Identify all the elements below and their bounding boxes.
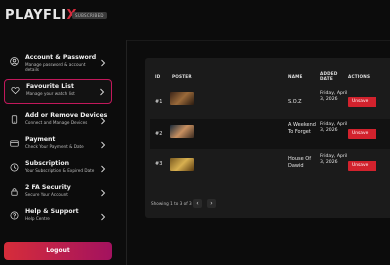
row-name: House Of Dawid bbox=[288, 156, 311, 169]
previous-page-button[interactable]: ‹ bbox=[193, 199, 202, 208]
row-name: A Weekend To Forget bbox=[288, 122, 316, 135]
device-icon bbox=[11, 115, 18, 124]
sidebar-item-title: Account & Password bbox=[25, 54, 97, 61]
unsave-button[interactable]: Unsave bbox=[348, 129, 376, 139]
pagination-summary: Showing 1 to 3 of 3 bbox=[151, 201, 192, 206]
sidebar-item-title: Payment bbox=[25, 136, 56, 143]
sidebar-item-title: 2 FA Security bbox=[25, 184, 71, 191]
column-header-id: ID bbox=[155, 74, 161, 79]
row-name: S.O.Z bbox=[288, 99, 302, 105]
sidebar-item-title: Favourite List bbox=[26, 83, 74, 90]
sidebar-item-subtitle: Help Centre bbox=[25, 216, 50, 221]
chevron-right-icon bbox=[101, 141, 106, 149]
poster-thumbnail[interactable] bbox=[170, 158, 194, 171]
sidebar-item-subtitle: Secure Your Account bbox=[25, 192, 68, 197]
sidebar-item-subscription[interactable]: Subscription Your Subscription & Expired… bbox=[4, 157, 112, 182]
heart-icon bbox=[11, 87, 20, 95]
table-row[interactable]: #3 House Of Dawid Friday, April 3, 2026 … bbox=[150, 151, 390, 179]
sidebar-item-title: Help & Support bbox=[25, 208, 79, 215]
subscribed-badge: SUBSCRIBED bbox=[72, 12, 107, 19]
chevron-right-icon bbox=[101, 117, 106, 125]
poster-thumbnail[interactable] bbox=[170, 92, 194, 105]
top-header: PLAYFLIX SUBSCRIBED bbox=[0, 0, 390, 41]
sidebar-item-2fa-security[interactable]: 2 FA Security Secure Your Account bbox=[4, 181, 112, 206]
subscription-icon bbox=[10, 163, 19, 172]
poster-thumbnail[interactable] bbox=[170, 125, 194, 138]
playflix-logo[interactable]: PLAYFLIX bbox=[5, 8, 77, 23]
row-id: #2 bbox=[155, 131, 163, 137]
help-icon bbox=[10, 211, 19, 220]
next-page-button[interactable]: › bbox=[207, 199, 216, 208]
sidebar-item-subtitle: Manage your watch list bbox=[26, 91, 75, 96]
user-icon bbox=[10, 57, 19, 66]
logout-button[interactable]: Logout bbox=[4, 242, 112, 260]
row-added-date: Friday, April 3, 2026 bbox=[320, 91, 348, 102]
unsave-button[interactable]: Unsave bbox=[348, 161, 376, 171]
sidebar-item-account-password[interactable]: Account & Password Manage password & acc… bbox=[4, 51, 112, 76]
column-header-poster: POSTER bbox=[172, 74, 192, 79]
sidebar-item-help-support[interactable]: Help & Support Help Centre bbox=[4, 205, 112, 230]
column-header-name: NAME bbox=[288, 74, 303, 79]
sidebar-item-title: Subscription bbox=[25, 160, 69, 167]
sidebar-item-subtitle: Check Your Payment & Date bbox=[25, 144, 84, 149]
card-icon bbox=[10, 140, 19, 147]
row-id: #3 bbox=[155, 161, 163, 167]
sidebar-item-subtitle: Manage password & account details bbox=[25, 62, 86, 73]
lock-icon bbox=[11, 188, 18, 196]
settings-sidebar: Account & Password Manage password & acc… bbox=[0, 40, 127, 265]
row-added-date: Friday, April 3, 2026 bbox=[320, 122, 348, 133]
sidebar-item-payment[interactable]: Payment Check Your Payment & Date bbox=[4, 133, 112, 158]
sidebar-item-devices[interactable]: Add or Remove Devices Connect and Manage… bbox=[4, 109, 112, 134]
chevron-right-icon bbox=[100, 88, 105, 96]
chevron-right-icon bbox=[101, 213, 106, 221]
sidebar-item-favourite-list[interactable]: Favourite List Manage your watch list bbox=[4, 79, 112, 104]
sidebar-item-title: Add or Remove Devices bbox=[25, 112, 108, 119]
table-row[interactable]: #2 A Weekend To Forget Friday, April 3, … bbox=[150, 119, 390, 149]
row-added-date: Friday, April 3, 2026 bbox=[320, 154, 348, 165]
table-row[interactable]: #1 S.O.Z Friday, April 3, 2026 Unsave bbox=[150, 89, 390, 117]
row-id: #1 bbox=[155, 99, 163, 105]
sidebar-item-subtitle: Connect and Manage Devices bbox=[25, 120, 88, 125]
column-header-added-date: ADDED DATE bbox=[320, 71, 338, 81]
unsave-button[interactable]: Unsave bbox=[348, 97, 376, 107]
column-header-actions: ACTIONS bbox=[348, 74, 371, 79]
chevron-right-icon bbox=[101, 189, 106, 197]
chevron-right-icon bbox=[101, 59, 106, 67]
sidebar-item-subtitle: Your Subscription & Expired Date bbox=[25, 168, 95, 173]
chevron-right-icon bbox=[101, 165, 106, 173]
favourite-list-panel: ID POSTER NAME ADDED DATE ACTIONS #1 S.O… bbox=[145, 58, 390, 218]
